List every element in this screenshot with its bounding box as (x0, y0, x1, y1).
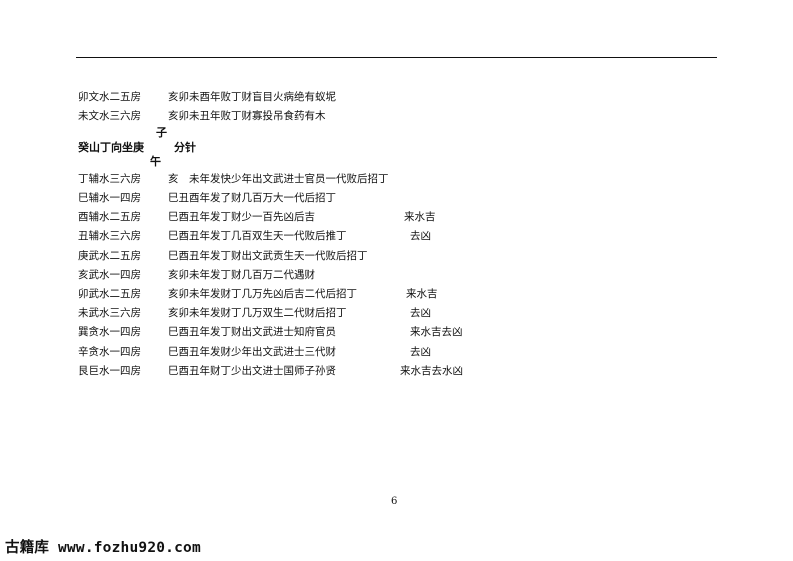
header-rule (76, 57, 717, 58)
text-line: 丑辅水三六房 巳酉丑年发丁几百双生天一代败后推丁 去凶 (78, 227, 718, 246)
line-text: 巳酉丑年发丁财出文武进士知府官员 (168, 326, 336, 339)
text-line: 巳辅水一四房 巳丑酉年发了财几百万大一代后招丁 (78, 189, 718, 208)
line-note: 去凶 (410, 307, 431, 320)
line-text: 亥卯未酉年败丁财盲目火病绝有蚁坭 (168, 91, 336, 103)
line-label: 酉辅水二五房 (78, 211, 141, 224)
line-label: 丁辅水三六房 (78, 172, 141, 185)
text-line: 卯武水二五房 亥卯未年发财丁几万先凶后吉二代后招丁 来水吉 (78, 285, 718, 304)
line-text: 巳酉丑年发丁几百双生天一代败后推丁 (168, 230, 347, 243)
line-note: 去凶 (410, 345, 431, 358)
text-line: 未武水三六房 亥卯未年发财丁几万双生二代财后招丁 去凶 (78, 304, 718, 323)
line-text: 亥卯未年发财丁几万先凶后吉二代后招丁 (168, 288, 357, 300)
heading-side: 分针 (174, 140, 196, 154)
heading-bottom: 午 (78, 155, 718, 170)
document-body: 卯文水二五房 亥卯未酉年败丁财盲目火病绝有蚁坭 未文水三六房 亥卯未丑年败丁财寡… (78, 88, 718, 381)
line-label: 艮巨水一四房 (78, 364, 141, 377)
line-label: 亥武水一四房 (78, 268, 141, 281)
line-text: 巳酉丑年发丁财出文武贡生天一代败后招丁 (168, 249, 368, 262)
line-text: 巳酉丑年财丁少出文进士国师子孙贤 (168, 364, 336, 377)
line-text: 亥 未年发快少年出文武进士官员一代败后招丁 (168, 172, 389, 185)
line-label: 巽贪水一四房 (78, 326, 141, 339)
text-line: 丁辅水三六房 亥 未年发快少年出文武进士官员一代败后招丁 (78, 170, 718, 189)
line-note: 来水吉 (406, 288, 438, 300)
page-number: 6 (391, 496, 398, 507)
line-label: 卯文水二五房 (78, 91, 141, 103)
line-label: 辛贪水一四房 (78, 345, 141, 358)
line-label: 未武水三六房 (78, 307, 141, 320)
text-line: 卯文水二五房 亥卯未酉年败丁财盲目火病绝有蚁坭 (78, 88, 718, 107)
line-text: 巳酉丑年发财少年出文武进士三代财 (168, 345, 336, 358)
text-line: 未文水三六房 亥卯未丑年败丁财寡投吊食药有木 (78, 107, 718, 126)
line-note: 来水吉去水凶 (400, 364, 463, 377)
line-note: 来水吉去凶 (410, 326, 463, 339)
line-label: 巳辅水一四房 (78, 192, 141, 205)
heading-bottom-char: 午 (150, 155, 161, 169)
heading-title: 癸山丁向坐庚 (78, 140, 144, 154)
text-line: 艮巨水一四房 巳酉丑年财丁少出文进士国师子孙贤 来水吉去水凶 (78, 362, 718, 381)
site-watermark: 古籍库 www.fozhu920.com (5, 540, 201, 556)
line-text: 巳酉丑年发丁财少一百先凶后吉 (168, 211, 315, 224)
line-text: 巳丑酉年发了财几百万大一代后招丁 (168, 192, 336, 205)
line-note: 来水吉 (404, 211, 436, 224)
text-line: 庚武水二五房 巳酉丑年发丁财出文武贡生天一代败后招丁 (78, 247, 718, 266)
line-label: 未文水三六房 (78, 110, 141, 123)
text-line: 酉辅水二五房 巳酉丑年发丁财少一百先凶后吉 来水吉 (78, 208, 718, 227)
line-label: 丑辅水三六房 (78, 230, 141, 243)
text-line: 巽贪水一四房 巳酉丑年发丁财出文武进士知府官员 来水吉去凶 (78, 323, 718, 342)
text-line: 亥武水一四房 亥卯未年发丁财几百万二代遇财 (78, 266, 718, 285)
line-text: 亥卯未年发丁财几百万二代遇财 (168, 268, 315, 281)
heading-top-char: 子 (156, 126, 167, 140)
line-text: 亥卯未丑年败丁财寡投吊食药有木 (168, 110, 326, 123)
heading-main: 癸山丁向坐庚 分针 (78, 141, 718, 156)
line-note: 去凶 (410, 230, 431, 243)
heading-top: 子 (78, 126, 718, 141)
line-text: 亥卯未年发财丁几万双生二代财后招丁 (168, 307, 347, 320)
text-line: 辛贪水一四房 巳酉丑年发财少年出文武进士三代财 去凶 (78, 343, 718, 362)
line-label: 卯武水二五房 (78, 288, 141, 300)
line-label: 庚武水二五房 (78, 249, 141, 262)
